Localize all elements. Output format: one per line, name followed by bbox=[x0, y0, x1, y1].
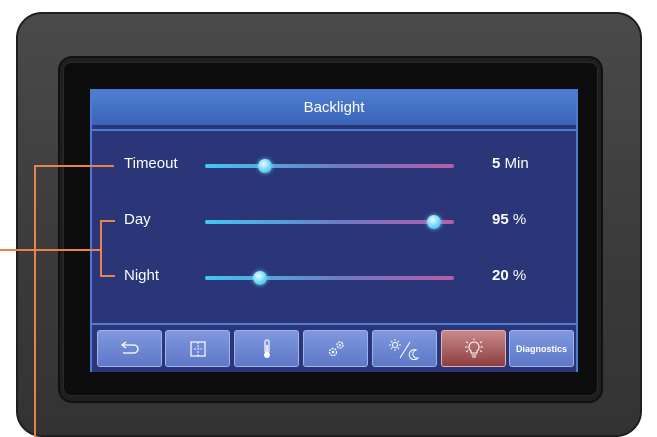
timeout-unit: Min bbox=[504, 155, 529, 172]
timeout-slider-knob[interactable] bbox=[257, 159, 272, 173]
timeout-label: Timeout bbox=[124, 155, 178, 172]
day-label: Day bbox=[124, 211, 151, 228]
screen-layout-icon bbox=[189, 340, 206, 357]
diagnostics-button[interactable]: Diagnostics bbox=[509, 330, 574, 367]
timeout-row: Timeout 5 Min bbox=[92, 151, 576, 181]
backlight-bulb-icon bbox=[464, 338, 483, 357]
night-slider-knob[interactable] bbox=[252, 271, 267, 285]
title-divider bbox=[92, 129, 576, 131]
screen-layout-button[interactable] bbox=[165, 330, 230, 367]
settings-button[interactable] bbox=[303, 330, 368, 367]
backlight-button[interactable] bbox=[441, 330, 506, 367]
thermometer-icon bbox=[263, 338, 270, 358]
timeout-value-display: 5 Min bbox=[492, 155, 552, 172]
night-row: Night 20 % bbox=[92, 263, 576, 293]
night-bracket-tick bbox=[100, 275, 115, 277]
day-slider[interactable] bbox=[205, 215, 454, 229]
timeout-callout-line bbox=[34, 165, 114, 167]
day-value-display: 95 % bbox=[492, 211, 552, 228]
backlight-screen: Backlight Timeout 5 Min Day 95 % Night 2… bbox=[90, 89, 578, 372]
diagnostics-label: Diagnostics bbox=[515, 343, 567, 354]
day-night-button[interactable] bbox=[372, 330, 437, 367]
night-value: 20 bbox=[492, 267, 509, 284]
day-value: 95 bbox=[492, 211, 509, 228]
night-unit: % bbox=[512, 267, 527, 284]
timeout-slider[interactable] bbox=[205, 159, 454, 173]
settings-gears-icon bbox=[328, 340, 344, 356]
day-row: Day 95 % bbox=[92, 207, 576, 237]
day-slider-knob[interactable] bbox=[427, 215, 442, 229]
day-night-bracket bbox=[100, 220, 102, 276]
back-button[interactable] bbox=[97, 330, 162, 367]
day-night-callout-line bbox=[0, 249, 101, 251]
day-bracket-tick bbox=[100, 220, 115, 222]
screen-title: Backlight bbox=[92, 91, 576, 125]
back-icon bbox=[120, 340, 139, 354]
night-slider[interactable] bbox=[205, 271, 454, 285]
timeout-value: 5 bbox=[492, 155, 501, 172]
temperature-button[interactable] bbox=[234, 330, 299, 367]
day-unit: % bbox=[512, 211, 527, 228]
day-night-icon bbox=[388, 338, 419, 360]
bottom-nav-bar: Diagnostics bbox=[92, 323, 576, 372]
timeout-callout-vertical bbox=[34, 165, 36, 437]
night-value-display: 20 % bbox=[492, 267, 552, 284]
night-label: Night bbox=[124, 267, 160, 284]
